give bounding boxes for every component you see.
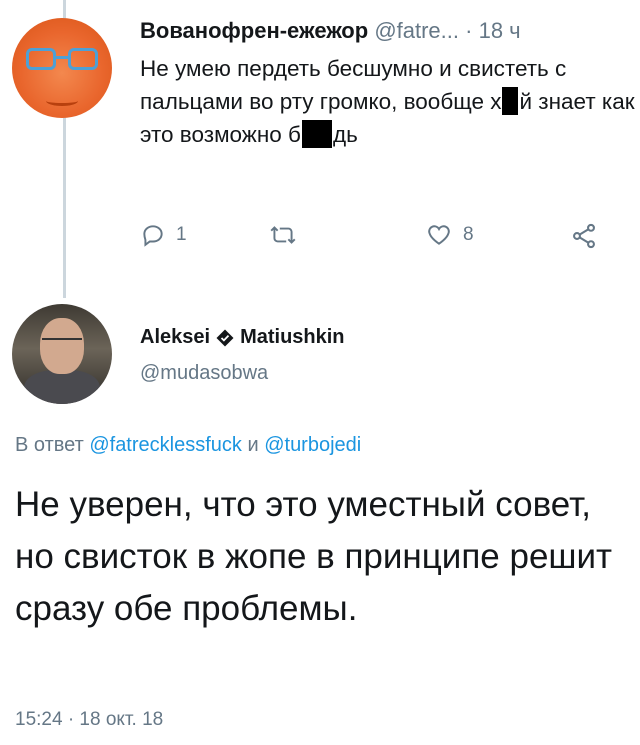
tweet-text: Не умею пердеть бесшумно и свистеть с па… — [140, 52, 635, 151]
author-handle[interactable]: @fatre... — [374, 18, 459, 43]
like-icon — [428, 225, 450, 245]
reply-button[interactable]: 1 — [140, 222, 187, 248]
tweet-timestamp[interactable]: 15:24 · 18 окт. 18 — [15, 709, 163, 731]
mention-link[interactable]: @turbojedi — [264, 434, 361, 456]
reply-count: 1 — [176, 224, 187, 245]
tweet-time[interactable]: · 18 ч — [465, 18, 520, 43]
reply-conjunction: и — [247, 434, 259, 456]
avatar[interactable] — [12, 304, 112, 404]
avatar[interactable] — [12, 18, 112, 118]
like-count: 8 — [463, 224, 474, 245]
author-last-name: Matiushkin — [240, 326, 345, 348]
tweet-header: Вованофрен-ежежор @fatre... · 18 ч — [140, 18, 521, 44]
reply-prefix: В ответ — [15, 434, 84, 456]
tweet-actions: 1 8 — [140, 222, 610, 252]
author-name[interactable]: Вованофрен-ежежор — [140, 18, 368, 43]
censor-bar — [502, 87, 519, 115]
retweet-icon — [270, 226, 296, 244]
like-button[interactable]: 8 — [425, 222, 474, 248]
reply-icon — [143, 225, 163, 247]
tweet-text-part: дь — [332, 122, 358, 147]
author-name[interactable]: Aleksei Matiushkin — [140, 326, 345, 349]
tweet-text: Не уверен, что это уместный совет, но св… — [15, 485, 613, 628]
glasses-icon — [26, 48, 98, 70]
reply-context: В ответ @fatrecklessfuck и @turbojedi — [15, 434, 361, 457]
censor-bar — [301, 120, 332, 148]
mention-link[interactable]: @fatrecklessfuck — [89, 434, 242, 456]
verified-badge-icon — [216, 329, 234, 346]
share-icon — [573, 223, 595, 249]
retweet-button[interactable] — [268, 222, 308, 248]
author-handle[interactable]: @mudasobwa — [140, 362, 268, 385]
author-first-name: Aleksei — [140, 326, 211, 348]
share-button[interactable] — [570, 222, 598, 250]
